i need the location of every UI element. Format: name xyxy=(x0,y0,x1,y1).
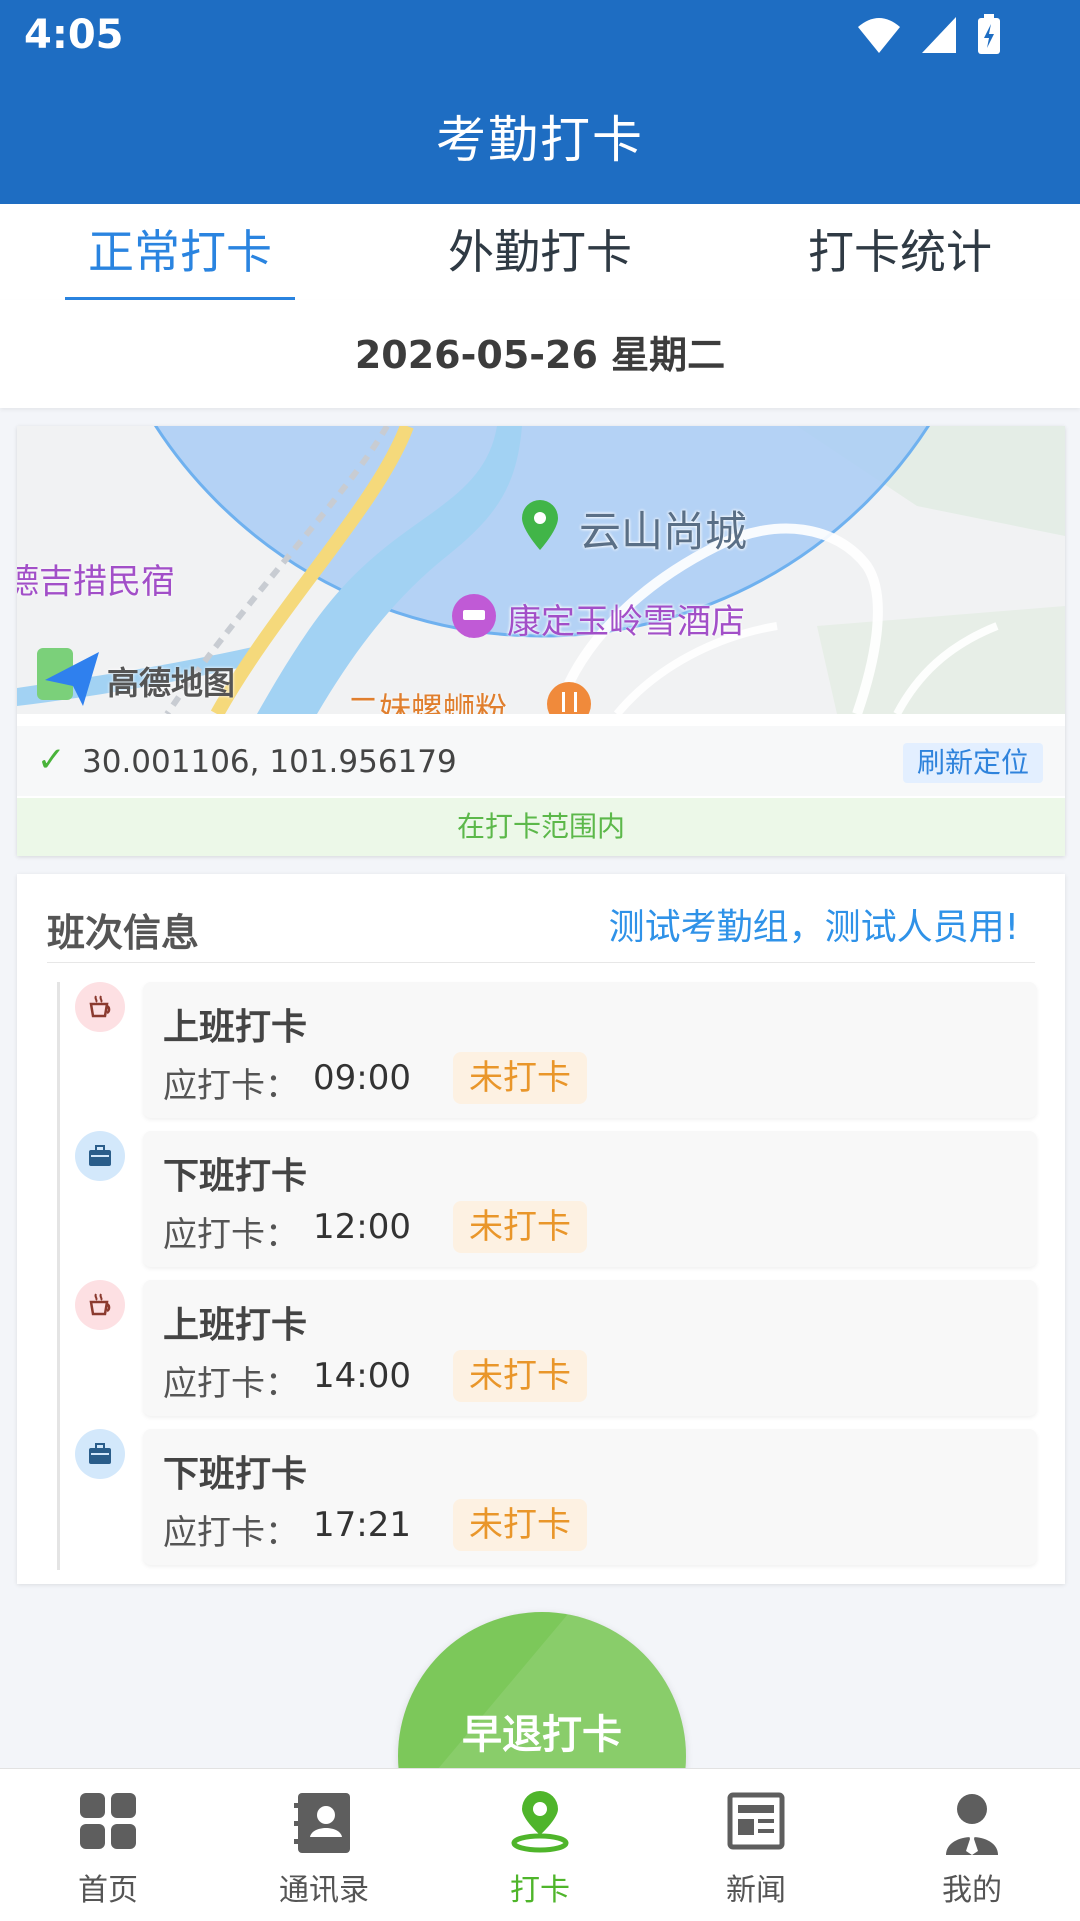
entry-time: 12:00 xyxy=(313,1207,411,1247)
status-badge: 未打卡 xyxy=(453,1201,587,1253)
entry-type: 上班打卡 xyxy=(163,1007,308,1048)
entry-label: 应打卡： xyxy=(163,1066,299,1106)
status-badge: 未打卡 xyxy=(453,1350,587,1402)
range-status: 在打卡范围内 xyxy=(17,798,1065,856)
nav-punch-label: 打卡 xyxy=(510,1873,570,1908)
shift-entry: 下班打卡 应打卡： 12:00 未打卡 xyxy=(17,1131,1065,1269)
status-icons xyxy=(856,14,1002,56)
map-label-place1: 云山尚城 xyxy=(579,507,748,556)
nav-home-label: 首页 xyxy=(78,1873,138,1908)
coordinates: 30.001106, 101.956179 xyxy=(82,744,457,780)
entry-time: 14:00 xyxy=(313,1356,411,1396)
briefcase-icon xyxy=(75,1131,125,1181)
tab-field-punch[interactable]: 外勤打卡 xyxy=(360,204,720,300)
map-view[interactable]: 云山尚城 德吉措民宿 康定玉岭雪酒店 二妹螺蛳粉 高德地图 xyxy=(17,426,1065,714)
tab-bar: 正常打卡 外勤打卡 打卡统计 xyxy=(0,204,1080,300)
wifi-icon xyxy=(858,18,900,53)
attendance-group: 测试考勤组，测试人员用! xyxy=(608,907,1019,948)
signal-icon xyxy=(922,17,956,53)
hotel-marker-icon xyxy=(452,594,496,638)
shift-entry: 下班打卡 应打卡： 17:21 未打卡 xyxy=(17,1429,1065,1567)
location-pin-icon xyxy=(511,1791,569,1853)
nav-contacts-label: 通讯录 xyxy=(279,1873,369,1908)
shift-entry-box: 下班打卡 应打卡： 17:21 未打卡 xyxy=(143,1429,1037,1565)
coffee-icon xyxy=(75,982,125,1032)
coffee-icon xyxy=(75,1280,125,1330)
status-time: 4:05 xyxy=(24,12,124,58)
entry-type: 上班打卡 xyxy=(163,1305,308,1346)
divider xyxy=(47,962,1035,963)
refresh-location-button[interactable]: 刷新定位 xyxy=(902,743,1043,783)
tab-punch-stats[interactable]: 打卡统计 xyxy=(720,204,1080,300)
entry-time: 09:00 xyxy=(313,1058,411,1098)
nav-news-label: 新闻 xyxy=(726,1873,786,1908)
map-label-place2: 德吉措民宿 xyxy=(17,562,175,602)
nav-contacts[interactable]: 通讯录 xyxy=(216,1769,432,1921)
entry-time: 17:21 xyxy=(313,1505,411,1545)
contacts-book-icon xyxy=(294,1793,350,1853)
app-header: 4:05 考勤打卡 xyxy=(0,0,1080,204)
location-card: 云山尚城 德吉措民宿 康定玉岭雪酒店 二妹螺蛳粉 高德地图 ✓ 30.00110… xyxy=(17,426,1065,856)
newspaper-icon xyxy=(727,1792,785,1850)
shift-entry-box: 上班打卡 应打卡： 09:00 未打卡 xyxy=(143,982,1037,1118)
shift-entry: 上班打卡 应打卡： 09:00 未打卡 xyxy=(17,982,1065,1120)
shift-title: 班次信息 xyxy=(47,911,200,955)
tab-normal-punch[interactable]: 正常打卡 xyxy=(0,204,360,300)
page-title: 考勤打卡 xyxy=(436,111,644,169)
status-badge: 未打卡 xyxy=(453,1052,587,1104)
shift-entry: 上班打卡 应打卡： 14:00 未打卡 xyxy=(17,1280,1065,1418)
shift-entry-box: 下班打卡 应打卡： 12:00 未打卡 xyxy=(143,1131,1037,1267)
map-label-hotel: 康定玉岭雪酒店 xyxy=(507,602,745,642)
entry-label: 应打卡： xyxy=(163,1215,299,1255)
nav-profile[interactable]: 我的 xyxy=(864,1769,1080,1921)
bottom-nav: 首页 通讯录 打卡 新闻 我的 xyxy=(0,1768,1080,1921)
grid-icon xyxy=(80,1793,136,1849)
nav-profile-label: 我的 xyxy=(942,1873,1002,1908)
entry-type: 下班打卡 xyxy=(163,1156,308,1197)
battery-icon xyxy=(978,14,1000,54)
punch-button-label: 早退打卡 xyxy=(462,1712,622,1758)
check-icon: ✓ xyxy=(37,740,66,780)
entry-label: 应打卡： xyxy=(163,1513,299,1553)
map-label-restaurant: 二妹螺蛳粉 xyxy=(347,690,508,714)
nav-home[interactable]: 首页 xyxy=(0,1769,216,1921)
location-row: ✓ 30.001106, 101.956179 刷新定位 xyxy=(17,726,1065,796)
briefcase-icon xyxy=(75,1429,125,1479)
shift-card: 班次信息 测试考勤组，测试人员用! 上班打卡 应打卡： 09:00 未打卡 下班… xyxy=(17,874,1065,1584)
nav-news[interactable]: 新闻 xyxy=(648,1769,864,1921)
entry-type: 下班打卡 xyxy=(163,1454,308,1495)
nav-punch[interactable]: 打卡 xyxy=(432,1769,648,1921)
shift-entry-box: 上班打卡 应打卡： 14:00 未打卡 xyxy=(143,1280,1037,1416)
date-display: 2026-05-26 星期二 xyxy=(0,300,1080,408)
user-icon xyxy=(946,1794,998,1855)
entry-label: 应打卡： xyxy=(163,1364,299,1404)
status-badge: 未打卡 xyxy=(453,1499,587,1551)
map-logo-text: 高德地图 xyxy=(107,664,236,702)
